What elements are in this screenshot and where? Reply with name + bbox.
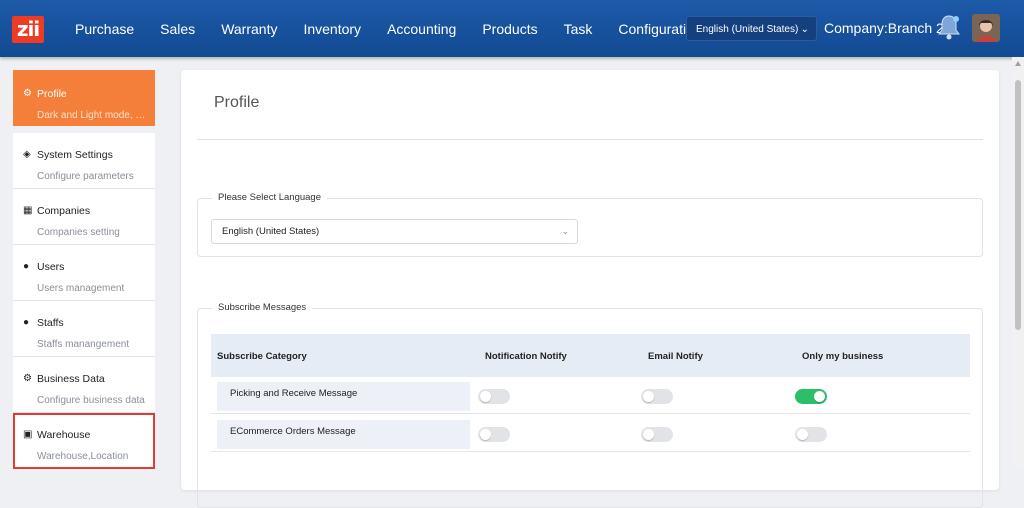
nav-sales[interactable]: Sales [160,21,195,37]
sidebar-item-subtitle: Companies setting [37,227,120,238]
sidebar-item-business-data[interactable]: ⚙ Business Data Configure business data [13,357,155,413]
col-only-my-business: Only my business [802,351,884,362]
page-title: Profile [214,94,260,111]
email-toggle[interactable] [641,389,673,404]
nav-purchase[interactable]: Purchase [75,21,134,37]
nav-warranty[interactable]: Warranty [221,21,277,37]
divider [197,139,983,140]
col-subscribe-category: Subscribe Category [217,351,307,362]
app-logo[interactable]: zii [12,16,44,43]
tag-icon: ◈ [23,149,31,160]
sidebar-item-subtitle: Configure parameters [37,171,134,182]
warehouse-icon: ▣ [23,429,33,440]
header-language-select[interactable]: English (United States) ⌄ [686,16,817,41]
email-toggle[interactable] [641,427,673,442]
sidebar-item-subtitle: Configure business data [37,395,145,406]
col-email-notify: Email Notify [648,351,703,362]
bell-icon[interactable] [936,13,962,41]
user-avatar[interactable] [972,14,1000,42]
scroll-up-arrow-icon[interactable] [1015,61,1021,66]
notification-toggle[interactable] [478,427,510,442]
sidebar-item-profile[interactable]: ⚙ Profile Dark and Light mode, L... [13,70,155,126]
sidebar-item-users[interactable]: ● Users Users management [13,245,155,301]
nav-accounting[interactable]: Accounting [387,21,456,37]
sidebar-item-title: Staffs [37,317,64,329]
sidebar-item-staffs[interactable]: ● Staffs Staffs manangement [13,301,155,357]
table-row: ECommerce Orders Message [211,415,970,452]
col-notification-notify: Notification Notify [485,351,567,362]
sidebar-item-title: Profile [37,88,67,100]
notification-toggle[interactable] [478,389,510,404]
language-fieldset: Please Select Language English (United S… [197,192,983,257]
row-label: ECommerce Orders Message [217,420,470,449]
sidebar-item-title: Warehouse [37,429,91,441]
only-my-business-toggle[interactable] [795,389,827,404]
sidebar-item-subtitle: Users management [37,283,125,294]
toggle-knob [797,429,808,440]
table-row: Picking and Receive Message [211,377,970,414]
cog-icon: ⚙ [23,373,32,384]
sidebar-item-companies[interactable]: ▦ Companies Companies setting [13,189,155,245]
header-language-value: English (United States) [696,24,799,35]
toggle-knob [643,391,654,402]
scroll-thumb[interactable] [1015,80,1021,330]
sidebar-item-subtitle: Dark and Light mode, L... [37,110,149,121]
subscribe-legend: Subscribe Messages [212,302,313,313]
sidebar-item-warehouse[interactable]: ▣ Warehouse Warehouse,Location [13,413,155,469]
sidebar-item-title: Business Data [37,373,105,385]
nav-task[interactable]: Task [564,21,593,37]
nav-products[interactable]: Products [482,21,537,37]
language-select[interactable]: English (United States) ⌄ [211,219,578,244]
users-icon: ● [23,261,30,272]
profile-panel: Profile Please Select Language English (… [181,70,999,508]
toggle-knob [643,429,654,440]
main-nav: Purchase Sales Warranty Inventory Accoun… [62,0,715,57]
nav-inventory[interactable]: Inventory [303,21,361,37]
sidebar-item-subtitle: Staffs manangement [37,339,130,350]
toggle-knob [480,429,491,440]
sidebar-item-title: System Settings [37,149,113,161]
subscribe-table-header: Subscribe Category Notification Notify E… [211,334,970,377]
toggle-knob [480,391,491,402]
chevron-down-icon: ⌄ [800,24,809,35]
top-navbar: zii Purchase Sales Warranty Inventory Ac… [0,0,1024,57]
page-scrollbar[interactable] [1012,57,1024,469]
language-select-value: English (United States) [222,226,320,237]
row-label: Picking and Receive Message [217,382,470,411]
toggle-knob [814,391,825,402]
building-icon: ▦ [23,205,33,216]
sidebar-item-system-settings[interactable]: ◈ System Settings Configure parameters [13,133,155,189]
sidebar-item-title: Companies [37,205,91,217]
only-my-business-toggle[interactable] [795,427,827,442]
subscribe-fieldset: Subscribe Messages Subscribe Category No… [197,302,983,508]
chevron-down-icon: ⌄ [561,226,569,236]
settings-sidebar: ⚙ Profile Dark and Light mode, L... ◈ Sy… [13,70,155,469]
sidebar-item-subtitle: Warehouse,Location [37,451,129,462]
company-label[interactable]: Company:Branch 2 [824,20,944,36]
sidebar-item-title: Users [37,261,65,273]
language-legend: Please Select Language [212,192,327,203]
gear-icon: ⚙ [23,88,32,99]
staff-icon: ● [23,317,30,328]
